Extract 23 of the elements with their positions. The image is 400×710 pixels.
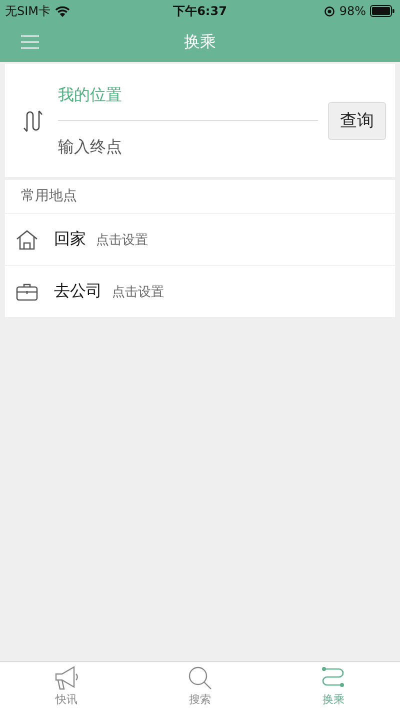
battery-percent: 98% bbox=[339, 4, 366, 18]
place-row[interactable]: 回家 点击设置 bbox=[5, 214, 395, 266]
battery-icon bbox=[370, 5, 395, 17]
place-hint: 点击设置 bbox=[112, 284, 164, 300]
status-time: 下午6:37 bbox=[173, 2, 227, 20]
query-button[interactable]: 查询 bbox=[328, 102, 386, 140]
place-name: 回家 bbox=[54, 229, 86, 250]
place-name: 去公司 bbox=[54, 281, 102, 302]
search-icon bbox=[186, 665, 213, 691]
carrier-label: 无SIM卡 bbox=[5, 2, 51, 20]
tab-item[interactable]: 快讯 bbox=[0, 662, 134, 710]
orientation-lock-icon bbox=[324, 6, 336, 16]
megaphone-icon bbox=[54, 665, 80, 691]
house-icon bbox=[15, 230, 39, 250]
tab-item[interactable]: 换乘 bbox=[266, 662, 400, 710]
place-row[interactable]: 去公司 点击设置 bbox=[5, 266, 395, 317]
swap-icon[interactable] bbox=[22, 108, 44, 132]
place-hint: 点击设置 bbox=[96, 232, 148, 248]
nav-title: 换乘 bbox=[184, 32, 216, 52]
briefcase-icon bbox=[15, 282, 39, 300]
wifi-icon bbox=[54, 6, 70, 16]
section-header: 常用地点 bbox=[5, 180, 395, 214]
tab-item[interactable]: 搜索 bbox=[133, 662, 267, 710]
